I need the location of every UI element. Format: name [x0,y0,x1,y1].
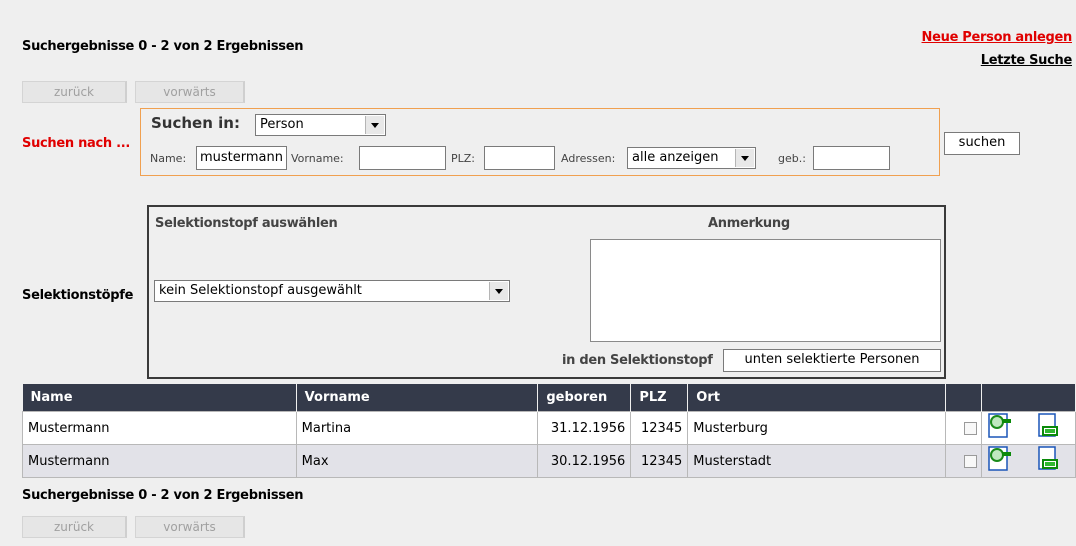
row-actions-icons [988,413,1059,438]
birth-input[interactable] [813,146,890,170]
search-in-select[interactable]: Person [255,114,386,136]
edit-document-icon[interactable] [1038,413,1059,437]
into-pot-label: in den Selektionstopf [562,353,713,368]
chevron-down-icon [365,116,384,134]
column-header-firstname[interactable]: Vorname [296,384,539,412]
selection-section-label: Selektionstöpfe [22,288,134,303]
search-in-value: Person [260,117,304,132]
column-header-born[interactable]: geboren [537,384,632,412]
choose-pot-heading: Selektionstopf auswählen [155,216,338,231]
zip-label: PLZ: [451,152,476,165]
search-in-label: Suchen in: [151,114,240,132]
back-button[interactable]: zurück [22,81,127,103]
forward-button[interactable]: vorwärts [135,81,245,103]
last-search-link[interactable]: Letzte Suche [981,53,1073,68]
birth-label: geb.: [778,152,806,165]
cell-name: Mustermann [22,444,297,478]
cell-zip: 12345 [630,444,689,478]
cell-select [944,444,982,478]
result-count-top: Suchergebnisse 0 - 2 von 2 Ergebnissen [22,39,304,54]
table-row: Mustermann Martina 31.12.1956 12345 Must… [22,411,1076,445]
cell-firstname: Martina [295,411,539,445]
table-row: Mustermann Max 30.12.1956 12345 Musterst… [22,444,1076,478]
name-label: Name: [150,152,187,165]
pot-value: kein Selektionstopf ausgewählt [159,283,362,298]
add-selected-button[interactable]: unten selektierte Personen [723,349,941,372]
column-header-actions [981,384,1076,412]
cell-zip: 12345 [630,411,689,445]
search-panel: Suchen in: Person Name: mustermann Vorna… [140,108,940,176]
cell-actions [980,444,1076,478]
column-header-city[interactable]: Ort [687,384,946,412]
note-textarea[interactable] [590,239,941,342]
firstname-input[interactable] [359,146,446,170]
search-person-icon[interactable] [988,446,1012,471]
column-header-zip[interactable]: PLZ [630,384,689,412]
cell-actions [980,411,1076,445]
addresses-value: alle anzeigen [632,150,719,165]
chevron-down-icon [489,282,508,300]
cell-city: Musterburg [687,411,946,445]
cell-city: Musterstadt [687,444,946,478]
cell-firstname: Max [295,444,539,478]
cell-born: 30.12.1956 [537,444,632,478]
search-button[interactable]: suchen [944,132,1020,155]
pot-select[interactable]: kein Selektionstopf ausgewählt [154,280,510,302]
selection-panel: Selektionstopf auswählen Anmerkung kein … [147,205,946,379]
firstname-label: Vorname: [291,152,344,165]
table-header-row: Name Vorname geboren PLZ Ort [22,384,1076,412]
result-count-bottom: Suchergebnisse 0 - 2 von 2 Ergebnissen [22,488,304,503]
row-actions-icons [988,446,1059,471]
column-header-name[interactable]: Name [22,384,297,412]
name-input[interactable]: mustermann [196,146,287,170]
column-header-select [945,384,982,412]
back-button-bottom[interactable]: zurück [22,516,127,538]
addresses-select[interactable]: alle anzeigen [627,147,756,169]
addresses-label: Adressen: [561,152,616,165]
note-heading: Anmerkung [708,216,790,231]
new-person-link[interactable]: Neue Person anlegen [922,30,1073,45]
row-checkbox[interactable] [963,421,977,435]
cell-select [944,411,982,445]
results-table: Name Vorname geboren PLZ Ort Mustermann … [22,384,1076,478]
forward-button-bottom[interactable]: vorwärts [135,516,245,538]
row-checkbox[interactable] [963,454,977,468]
search-person-icon[interactable] [988,413,1012,438]
search-section-label: Suchen nach ... [22,136,131,151]
zip-input[interactable] [484,146,555,170]
edit-document-icon[interactable] [1038,446,1059,470]
chevron-down-icon [735,149,754,167]
cell-name: Mustermann [22,411,297,445]
cell-born: 31.12.1956 [537,411,632,445]
